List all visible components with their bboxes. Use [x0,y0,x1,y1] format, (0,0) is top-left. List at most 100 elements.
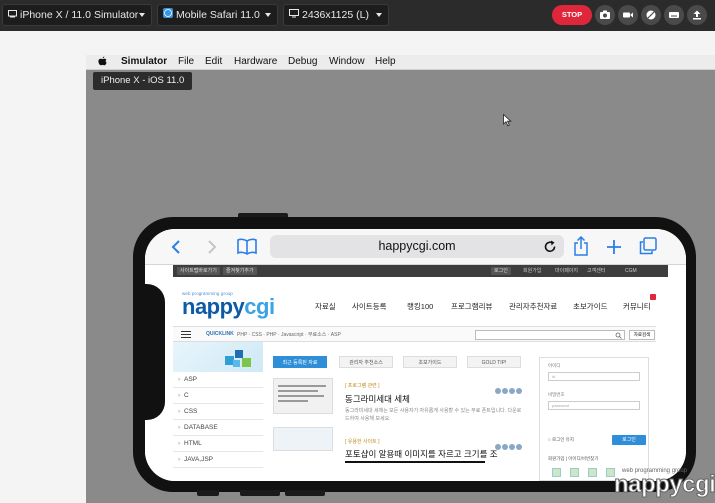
social-icon[interactable] [552,468,561,477]
menu-help[interactable]: Help [375,56,396,67]
article-description: 동그라미세대 세체는 모든 사용자가 자유롭게 사용할 수 있는 무료 폰트입니… [345,408,522,422]
global-link[interactable]: 사이트맵바로가기 [177,267,220,275]
category-item[interactable]: DATABASE [173,420,263,436]
site-search-button[interactable]: 자료검색 [629,330,655,340]
tab-admin-pick[interactable]: 관리자 추천소스 [339,356,393,368]
resolution-dropdown[interactable]: 2436x1125 (L) [283,4,389,26]
top-toolbar: iPhone X / 11.0 Simulator Mobile Safari … [0,0,715,31]
screenshot-button[interactable] [595,5,615,25]
nav-item[interactable]: 관리자추천자료 [509,301,557,312]
chevron-down-icon [265,13,271,17]
upload-icon [693,10,701,20]
social-icon[interactable] [570,468,579,477]
account-links[interactable]: 회원가입 | 아이디/비번찾기 [548,456,598,462]
password-input[interactable]: password [548,401,640,410]
phone-notch [133,284,165,420]
nav-item[interactable]: 자료실 [315,301,336,312]
social-icon[interactable] [588,468,597,477]
login-button[interactable]: 로그인 [612,435,646,445]
id-label: 아이디 [548,363,561,368]
quicklinks[interactable]: PHP · CSS · PHP · Javascript · 무료소스 · AS… [237,331,341,338]
reload-icon[interactable] [543,240,557,254]
nav-item[interactable]: 프로그램리뷰 [451,301,492,312]
camera-icon [600,10,610,19]
global-link[interactable]: 마이페이지 [555,267,578,275]
category-item[interactable]: HTML [173,436,263,452]
category-item[interactable]: C [173,388,263,404]
resolution-dropdown-label: 2436x1125 (L) [302,9,369,21]
search-icon [615,332,622,339]
article-thumbnail[interactable] [273,427,333,451]
menu-debug[interactable]: Debug [288,56,317,67]
bookmarks-icon[interactable] [237,238,257,255]
tab-gold-tip[interactable]: GOLD TIP! [467,356,521,368]
mac-menubar: Simulator File Edit Hardware Debug Windo… [86,55,715,70]
article-thumbnail[interactable] [273,378,333,414]
browser-dropdown[interactable]: Mobile Safari 11.0 [157,4,278,26]
category-item[interactable]: JAVA,JSP [173,452,263,468]
menu-window[interactable]: Window [329,56,365,67]
rating-icon [495,381,523,394]
share-icon[interactable] [573,236,589,256]
login-box: 아이디 id 비밀번호 password ○ 로그인 유지 로그인 회원가입 |… [539,357,649,481]
site-logo[interactable]: web programming group nappycgi [182,291,275,318]
article-category: [ 유용한 사이트 ] [345,439,380,445]
apple-icon[interactable] [98,56,107,69]
remember-login-checkbox[interactable]: ○ 로그인 유지 [548,437,574,443]
rating-icon [495,437,523,450]
new-tab-icon[interactable] [606,239,622,255]
global-top-bar: 사이트맵바로가기 즐겨찾기추가 로그인 회원가입 마이페이지 고객센터 CGM [173,265,668,277]
menu-file[interactable]: File [178,56,194,67]
content-tabs: 최근 등록된 자료 관리자 추천소스 초보가이드 GOLD TIP! [273,356,521,368]
nav-item[interactable]: 초보가이드 [573,301,608,312]
phone-screen: happycgi.com 사이트맵바로가기 즐겨찾기추가 로그인 회원가입 마이… [145,229,686,481]
device-dropdown-label: iPhone X / 11.0 Simulator [20,9,139,21]
global-link[interactable]: 고객센터 [587,267,605,275]
new-badge-icon [650,294,656,300]
tab-beginner[interactable]: 초보가이드 [403,356,457,368]
menu-simulator[interactable]: Simulator [121,56,167,67]
keyboard-button[interactable] [664,5,684,25]
back-icon[interactable] [171,239,181,255]
global-link[interactable]: 회원가입 [523,267,541,275]
nav-item[interactable]: 랭킹100 [407,301,433,312]
device-dropdown[interactable]: iPhone X / 11.0 Simulator [2,4,152,26]
safari-icon [163,5,173,25]
tabs-icon[interactable] [639,237,657,255]
video-icon [623,12,633,18]
forward-icon[interactable] [207,239,217,255]
tab-recent[interactable]: 최근 등록된 자료 [273,356,327,368]
global-link[interactable]: 즐겨찾기추가 [223,267,257,275]
upload-button[interactable] [687,5,707,25]
category-banner [173,342,263,372]
keyboard-icon [669,12,679,18]
safari-toolbar: happycgi.com [145,229,686,265]
logo-text-a: nappy [182,294,245,319]
article-title[interactable]: 동그라미세대 세체 [345,393,410,405]
record-video-button[interactable] [618,5,638,25]
quicklink-bar: QUICKLINK PHP · CSS · PHP · Javascript ·… [173,326,656,342]
menu-hardware[interactable]: Hardware [234,56,277,67]
article-title[interactable]: 포토샵이 알용때 이미지를 자르고 크기를 조 [345,448,523,460]
password-label: 비밀번호 [548,392,565,397]
nav-item[interactable]: 사이트등록 [352,301,387,312]
url-text: happycgi.com [378,239,456,253]
mouse-cursor-icon [503,114,512,127]
phone-button [240,490,280,496]
hamburger-icon[interactable] [181,331,191,338]
address-bar[interactable]: happycgi.com [270,235,564,258]
watermark-text: nappycgi [613,471,715,499]
stop-button[interactable]: STOP [552,5,592,25]
id-input[interactable]: id [548,372,640,381]
devtools-button[interactable] [641,5,661,25]
text-underline [345,461,485,463]
site-search-input[interactable] [475,330,625,340]
global-link[interactable]: 로그인 [491,267,511,275]
article-category: [ 프로그램 관련 ] [345,383,380,389]
category-item[interactable]: CSS [173,404,263,420]
nav-item[interactable]: 커뮤니티 [623,301,651,312]
global-link[interactable]: CGM [625,267,637,275]
category-item[interactable]: ASP [173,372,263,388]
menu-edit[interactable]: Edit [205,56,222,67]
quicklink-label: QUICKLINK [206,331,234,337]
